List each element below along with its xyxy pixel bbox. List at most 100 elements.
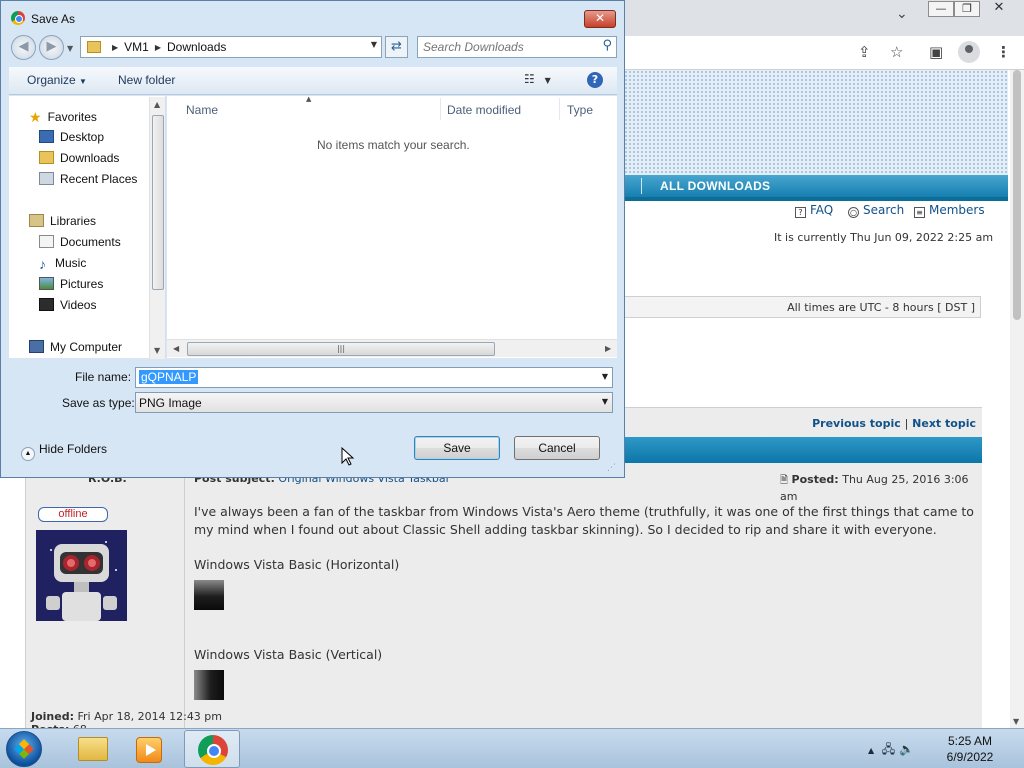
- nav-favorites[interactable]: ★ Favorites: [29, 109, 97, 125]
- address-bar[interactable]: ▶ VM1 ▶ Downloads ▼: [80, 36, 382, 58]
- taskbar-media-player[interactable]: [122, 730, 178, 768]
- page-scrollbar[interactable]: ▼: [1010, 70, 1024, 728]
- taskbar-explorer[interactable]: [62, 730, 118, 768]
- user-avatar-robot: [36, 530, 127, 621]
- joined-value: Fri Apr 18, 2014 12:43 pm: [77, 710, 223, 723]
- robot-avatar-graphic: [36, 530, 127, 621]
- nav-libraries[interactable]: Libraries: [29, 214, 96, 228]
- network-icon[interactable]: 🖧: [882, 742, 895, 756]
- file-explorer-icon: [78, 737, 108, 761]
- file-name-input[interactable]: gQPNALP ▼: [135, 367, 613, 388]
- horizontal-scrollbar-thumb[interactable]: |||: [187, 342, 495, 356]
- nav-scroll-up-icon[interactable]: ▲: [154, 100, 160, 109]
- post-column-divider: [184, 463, 185, 728]
- share-icon[interactable]: ⇪: [858, 43, 871, 61]
- all-downloads-link[interactable]: ALL DOWNLOADS: [660, 179, 770, 193]
- show-hidden-icons-icon[interactable]: ▲: [868, 746, 874, 755]
- bookmark-star-icon[interactable]: ☆: [890, 43, 903, 61]
- nav-pane-scrollbar[interactable]: ▲ ▼: [149, 97, 165, 359]
- breadcrumb-vm1[interactable]: VM1: [124, 40, 149, 54]
- file-name-dropdown-icon[interactable]: ▼: [602, 372, 608, 381]
- save-as-type-select[interactable]: PNG Image ▼: [135, 392, 613, 413]
- column-date-modified[interactable]: Date modified: [447, 103, 521, 117]
- joined-label: Joined:: [31, 710, 74, 723]
- forward-button[interactable]: ▶: [39, 35, 64, 60]
- section-horizontal-title: Windows Vista Basic (Horizontal): [194, 557, 400, 572]
- downloads-folder-icon: [39, 151, 54, 164]
- browser-menu-icon[interactable]: ⋮: [996, 43, 1011, 61]
- start-button[interactable]: [6, 731, 42, 767]
- profile-avatar-icon[interactable]: [958, 41, 980, 63]
- breadcrumb-arrow-icon[interactable]: ▶: [112, 43, 118, 52]
- side-panel-icon[interactable]: ▣: [929, 43, 943, 61]
- nav-desktop[interactable]: Desktop: [39, 130, 104, 144]
- file-list-horizontal-scrollbar[interactable]: ◀ ||| ▶: [167, 339, 617, 357]
- media-player-icon: [136, 737, 162, 763]
- cancel-button[interactable]: Cancel: [514, 436, 600, 460]
- breadcrumb-downloads[interactable]: Downloads: [167, 40, 226, 54]
- scroll-down-arrow-icon[interactable]: ▼: [1013, 717, 1019, 726]
- clock[interactable]: 5:25 AM 6/9/2022: [930, 733, 1010, 765]
- back-button[interactable]: ◀: [11, 35, 36, 60]
- nav-downloads[interactable]: Downloads: [39, 151, 119, 165]
- next-topic-link[interactable]: Next topic: [912, 417, 976, 430]
- scroll-left-icon[interactable]: ◀: [173, 344, 179, 353]
- resize-grip-icon[interactable]: ⋰: [607, 463, 616, 473]
- search-box[interactable]: ⚲: [417, 36, 617, 58]
- tab-search-chevron-icon[interactable]: ⌄: [896, 6, 908, 22]
- nav-scroll-down-icon[interactable]: ▼: [154, 346, 160, 355]
- nav-videos[interactable]: Videos: [39, 298, 96, 312]
- organize-button[interactable]: Organize ▼: [27, 73, 87, 87]
- nav-downloads-label: Downloads: [60, 151, 120, 165]
- minimize-button[interactable]: —: [928, 1, 954, 17]
- mouse-cursor-icon: [341, 447, 355, 466]
- post-icon[interactable]: 🗎: [780, 475, 788, 486]
- recent-locations-icon[interactable]: ▼: [67, 44, 73, 53]
- search-icon[interactable]: ⚲: [602, 38, 612, 53]
- column-name[interactable]: Name: [186, 103, 218, 117]
- libraries-icon: [29, 214, 44, 227]
- vista-vertical-image[interactable]: [194, 670, 224, 700]
- music-icon: ♪: [39, 256, 46, 272]
- previous-topic-link[interactable]: Previous topic: [812, 417, 901, 430]
- scroll-right-icon[interactable]: ▶: [605, 344, 611, 353]
- file-name-value[interactable]: gQPNALP: [139, 370, 199, 384]
- page-scrollbar-thumb[interactable]: [1013, 70, 1021, 320]
- new-folder-button[interactable]: New folder: [118, 73, 175, 87]
- nav-recent-places[interactable]: Recent Places: [39, 172, 137, 186]
- nav-pictures[interactable]: Pictures: [39, 277, 103, 291]
- faq-link[interactable]: ? FAQ: [795, 203, 833, 218]
- nav-pane-scrollbar-thumb[interactable]: [152, 115, 164, 290]
- search-input[interactable]: [423, 40, 593, 54]
- help-button[interactable]: ?: [587, 72, 603, 88]
- taskbar-chrome[interactable]: [184, 730, 240, 768]
- browser-close-button[interactable]: ✕: [982, 1, 1016, 17]
- change-view-button[interactable]: ☷ ▼: [524, 72, 551, 86]
- nav-music-label: Music: [55, 256, 87, 270]
- dialog-close-button[interactable]: ✕: [584, 10, 616, 28]
- forum-post: R.O.B. Post subject: Original Windows Vi…: [25, 463, 982, 736]
- column-type[interactable]: Type: [567, 103, 593, 117]
- file-list: ▲ Name Date modified Type No items match…: [167, 95, 617, 358]
- nav-favorites-label: Favorites: [47, 110, 97, 124]
- nav-documents[interactable]: Documents: [39, 235, 121, 249]
- refresh-button[interactable]: ⇄: [385, 36, 408, 58]
- save-as-type-dropdown-icon[interactable]: ▼: [602, 397, 608, 406]
- nav-my-computer[interactable]: My Computer: [29, 340, 122, 354]
- search-link[interactable]: ○ Search: [848, 203, 904, 218]
- address-dropdown-icon[interactable]: ▼: [371, 40, 377, 49]
- breadcrumb-arrow-icon[interactable]: ▶: [155, 43, 161, 52]
- volume-icon[interactable]: 🔈: [899, 742, 914, 756]
- hide-folders-label: Hide Folders: [39, 442, 108, 456]
- column-divider[interactable]: [440, 98, 441, 120]
- hide-folders-button[interactable]: ▲ Hide Folders: [21, 442, 107, 461]
- navbar-separator: [641, 178, 642, 194]
- nav-music[interactable]: ♪ Music: [39, 256, 87, 272]
- members-link[interactable]: ≡ Members: [914, 203, 985, 218]
- dialog-title: Save As: [31, 12, 76, 26]
- nav-libraries-label: Libraries: [50, 214, 97, 228]
- restore-button[interactable]: ❐: [954, 1, 980, 17]
- column-divider[interactable]: [559, 98, 560, 120]
- save-button[interactable]: Save: [414, 436, 500, 460]
- vista-horizontal-image[interactable]: [194, 580, 224, 610]
